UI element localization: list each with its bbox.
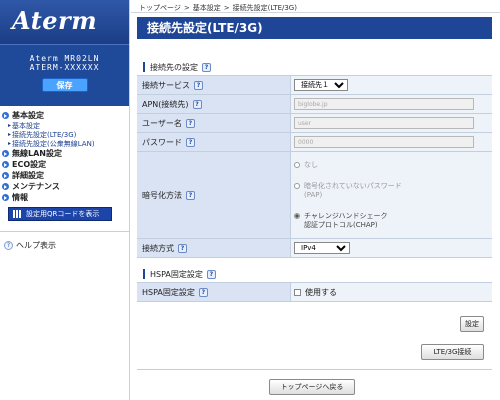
breadcrumb-separator: > [183, 4, 190, 12]
menu-info[interactable]: 情報 [0, 192, 129, 203]
main-content: トップページ > 基本設定 > 接続先設定(LTE/3G) 接続先設定(LTE/3G) … [131, 0, 500, 400]
device-ssid: ATERM-XXXXXX [29, 63, 100, 72]
breadcrumb-basic-link[interactable]: 基本設定 [193, 4, 221, 12]
section-bar [143, 269, 145, 279]
device-model: Aterm MR02LN [29, 54, 100, 63]
row-auth: 暗号化方法? なし 暗号化されていないパスワード (PAP) チャレンジハンドシェ… [137, 152, 492, 239]
auth-option-none[interactable]: なし [294, 161, 402, 170]
side-menu: 基本設定 ▸ 基本設定 ▸ 接続先設定(LTE/3G) ▸ 接続先設定(公衆無線LAN… [0, 106, 129, 253]
help-icon[interactable]: ? [206, 269, 216, 279]
menu-sub-public-wlan[interactable]: ▸ 接続先設定(公衆無線LAN) [0, 139, 129, 148]
section-title: 接続先の設定 [150, 62, 198, 72]
logo-text: Aterm [12, 6, 98, 35]
page-title: 接続先設定(LTE/3G) [137, 17, 492, 39]
breadcrumb-current: 接続先設定(LTE/3G) [232, 4, 297, 12]
arrow-right-icon: ▸ [8, 122, 12, 129]
breadcrumb-separator: > [223, 4, 230, 12]
menu-detail-settings[interactable]: 詳細設定 [0, 170, 129, 181]
connection-settings-table: 接続サービス? 接続先１ APN(接続先)? ユーザー名? パスワード? 暗号化… [137, 75, 492, 258]
row-password: パスワード? [137, 133, 492, 152]
field-label: 接続方式? [137, 239, 291, 257]
hspa-use-checkbox[interactable] [294, 288, 301, 296]
help-icon: ? [4, 241, 13, 250]
ip-type-select[interactable]: IPv4 [294, 242, 350, 254]
breadcrumb: トップページ > 基本設定 > 接続先設定(LTE/3G) [131, 0, 500, 13]
help-icon[interactable]: ? [198, 287, 208, 297]
row-ip-type: 接続方式? IPv4 [137, 239, 492, 258]
auth-radio-group: なし 暗号化されていないパスワード (PAP) チャレンジハンドシェーク 認証プロト… [294, 152, 402, 239]
menu-bullet-icon [2, 183, 9, 190]
lte-connect-button[interactable]: LTE/3G接続 [421, 344, 484, 360]
row-username: ユーザー名? [137, 114, 492, 133]
menu-eco-settings[interactable]: ECO設定 [0, 159, 129, 170]
help-icon[interactable]: ? [186, 137, 195, 147]
arrow-right-icon: ▸ [8, 140, 12, 147]
menu-bullet-icon [2, 172, 9, 179]
help-icon[interactable]: ? [192, 99, 202, 109]
row-hspa-fixed: HSPA固定設定? 使用する [137, 283, 492, 302]
menu-label: 基本設定 [12, 111, 44, 120]
menu-bullet-icon [2, 112, 9, 119]
help-label: ヘルプ表示 [16, 241, 56, 250]
aterm-logo: Aterm [0, 0, 129, 44]
radio-button[interactable] [294, 182, 300, 189]
hspa-settings-table: HSPA固定設定? 使用する [137, 282, 492, 302]
menu-bullet-icon [2, 161, 9, 168]
set-button[interactable]: 設定 [460, 316, 484, 332]
checkbox-label: 使用する [305, 287, 337, 297]
radio-button[interactable] [294, 161, 300, 168]
row-apn: APN(接続先)? [137, 95, 492, 114]
username-input[interactable] [294, 117, 474, 129]
section-title: HSPA固定設定 [150, 269, 203, 279]
section-bar [143, 62, 145, 72]
help-icon[interactable]: ? [185, 118, 195, 128]
menu-label: メンテナンス [12, 182, 60, 191]
save-button[interactable]: 保存 [41, 78, 88, 92]
sidebar: Aterm Aterm MR02LN ATERM-XXXXXX 保存 基本設定 … [0, 0, 130, 400]
menu-basic-settings[interactable]: 基本設定 [0, 110, 129, 121]
field-label: パスワード? [137, 133, 291, 151]
help-icon[interactable]: ? [202, 62, 211, 72]
field-label: 暗号化方法? [137, 152, 291, 238]
device-info-panel: Aterm MR02LN ATERM-XXXXXX 保存 [0, 44, 129, 106]
help-icon[interactable]: ? [186, 190, 195, 200]
section-connection-header: 接続先の設定? [137, 61, 492, 73]
field-label: 接続サービス? [137, 76, 291, 94]
row-service: 接続サービス? 接続先１ [137, 76, 492, 95]
service-select[interactable]: 接続先１ [294, 79, 348, 91]
menu-label: 詳細設定 [12, 171, 44, 180]
menu-bullet-icon [2, 150, 9, 157]
field-label: APN(接続先)? [137, 95, 291, 113]
help-icon[interactable]: ? [178, 243, 187, 253]
back-to-top-button[interactable]: トップページへ戻る [269, 379, 355, 395]
auth-option-pap[interactable]: 暗号化されていないパスワード (PAP) [294, 182, 402, 200]
menu-label: 無線LAN設定 [12, 149, 62, 158]
menu-label: ECO設定 [12, 160, 47, 169]
password-input[interactable] [294, 136, 474, 148]
help-icon[interactable]: ? [194, 80, 203, 90]
menu-maintenance[interactable]: メンテナンス [0, 181, 129, 192]
show-qr-code-button[interactable]: 設定用QRコードを表示 [8, 207, 112, 221]
qr-button-label: 設定用QRコードを表示 [26, 210, 100, 218]
auth-option-chap[interactable]: チャレンジハンドシェーク 認証プロトコル(CHAP) [294, 212, 402, 230]
field-label: HSPA固定設定? [137, 283, 291, 301]
qr-code-icon [13, 210, 21, 218]
radio-button-selected[interactable] [294, 212, 300, 219]
help-link[interactable]: ? ヘルプ表示 [0, 231, 129, 253]
arrow-right-icon: ▸ [8, 131, 12, 138]
section-hspa-header: HSPA固定設定? [137, 268, 492, 280]
menu-sub-label: 接続先設定(公衆無線LAN) [12, 139, 95, 148]
menu-label: 情報 [12, 193, 28, 202]
menu-wlan-settings[interactable]: 無線LAN設定 [0, 148, 129, 159]
field-label: ユーザー名? [137, 114, 291, 132]
divider [137, 369, 492, 370]
breadcrumb-top-link[interactable]: トップページ [139, 4, 181, 12]
apn-input[interactable] [294, 98, 474, 110]
menu-bullet-icon [2, 194, 9, 201]
